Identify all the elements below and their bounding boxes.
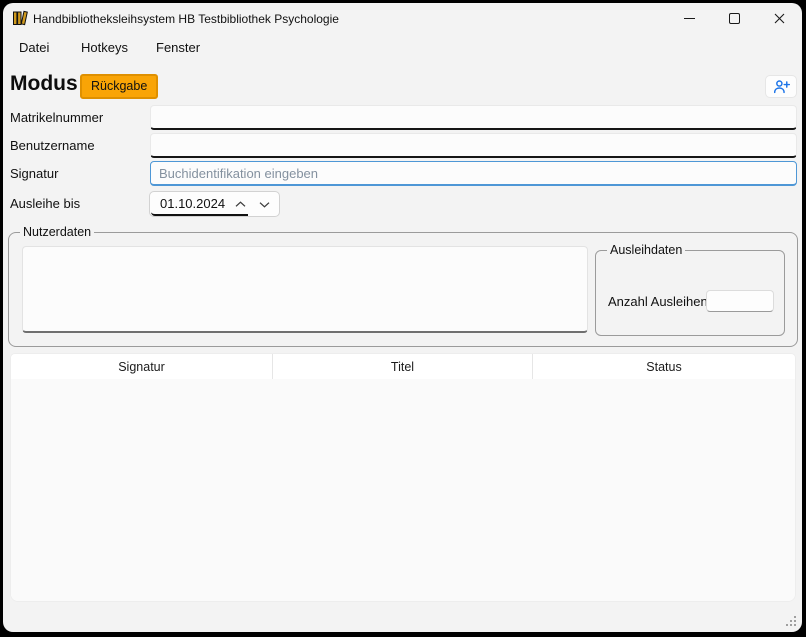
chevron-up-icon xyxy=(235,201,246,208)
ausleihdaten-groupbox: Ausleihdaten Anzahl Ausleihen xyxy=(595,250,785,336)
maximize-icon xyxy=(729,13,740,24)
add-user-button[interactable] xyxy=(765,75,797,98)
ausleihdaten-group-title: Ausleihdaten xyxy=(607,242,685,258)
spin-down-button[interactable] xyxy=(253,192,276,216)
column-header-titel[interactable]: Titel xyxy=(273,354,533,379)
window-controls xyxy=(667,3,802,33)
table-header-row: Signatur Titel Status xyxy=(11,354,795,380)
menu-datei[interactable]: Datei xyxy=(16,36,52,60)
maximize-button[interactable] xyxy=(712,3,757,33)
person-plus-icon xyxy=(773,79,790,94)
label-anzahl-ausleihen: Anzahl Ausleihen xyxy=(608,294,708,309)
label-matrikelnummer: Matrikelnummer xyxy=(10,105,103,130)
nutzerdaten-textarea[interactable] xyxy=(22,246,588,333)
resize-grip[interactable] xyxy=(784,614,796,626)
column-header-signatur[interactable]: Signatur xyxy=(11,354,273,379)
minimize-button[interactable] xyxy=(667,3,712,33)
app-icon xyxy=(12,10,29,27)
mode-title: Modus xyxy=(10,72,78,96)
label-signatur: Signatur xyxy=(10,161,58,186)
signatur-input[interactable] xyxy=(150,161,797,186)
nutzerdaten-group-title: Nutzerdaten xyxy=(20,224,94,240)
table-body-empty xyxy=(11,379,795,601)
title-bar[interactable]: Handbibliotheksleihsystem HB Testbibliot… xyxy=(3,3,802,35)
label-benutzername: Benutzername xyxy=(10,133,95,158)
app-window: Handbibliotheksleihsystem HB Testbibliot… xyxy=(3,3,802,632)
minimize-icon xyxy=(684,18,695,19)
column-header-status[interactable]: Status xyxy=(533,354,795,379)
ausleihe-bis-spinbox[interactable]: 01.10.2024 xyxy=(149,191,280,217)
chevron-down-icon xyxy=(259,201,270,208)
nutzerdaten-groupbox: Nutzerdaten Ausleihdaten Anzahl Ausleihe… xyxy=(8,232,798,347)
matrikelnummer-input[interactable] xyxy=(150,105,797,130)
anzahl-ausleihen-input[interactable] xyxy=(706,290,774,312)
spin-up-button[interactable] xyxy=(229,192,252,216)
close-icon xyxy=(774,13,785,24)
menu-bar: Datei Hotkeys Fenster xyxy=(3,36,802,60)
label-ausleihe-bis: Ausleihe bis xyxy=(10,191,80,216)
results-table: Signatur Titel Status xyxy=(10,353,796,602)
close-button[interactable] xyxy=(757,3,802,33)
menu-fenster[interactable]: Fenster xyxy=(153,36,203,60)
window-title: Handbibliotheksleihsystem HB Testbibliot… xyxy=(33,12,339,26)
benutzername-input[interactable] xyxy=(150,133,797,158)
menu-hotkeys[interactable]: Hotkeys xyxy=(78,36,131,60)
mode-badge-rueckgabe[interactable]: Rückgabe xyxy=(80,74,158,99)
